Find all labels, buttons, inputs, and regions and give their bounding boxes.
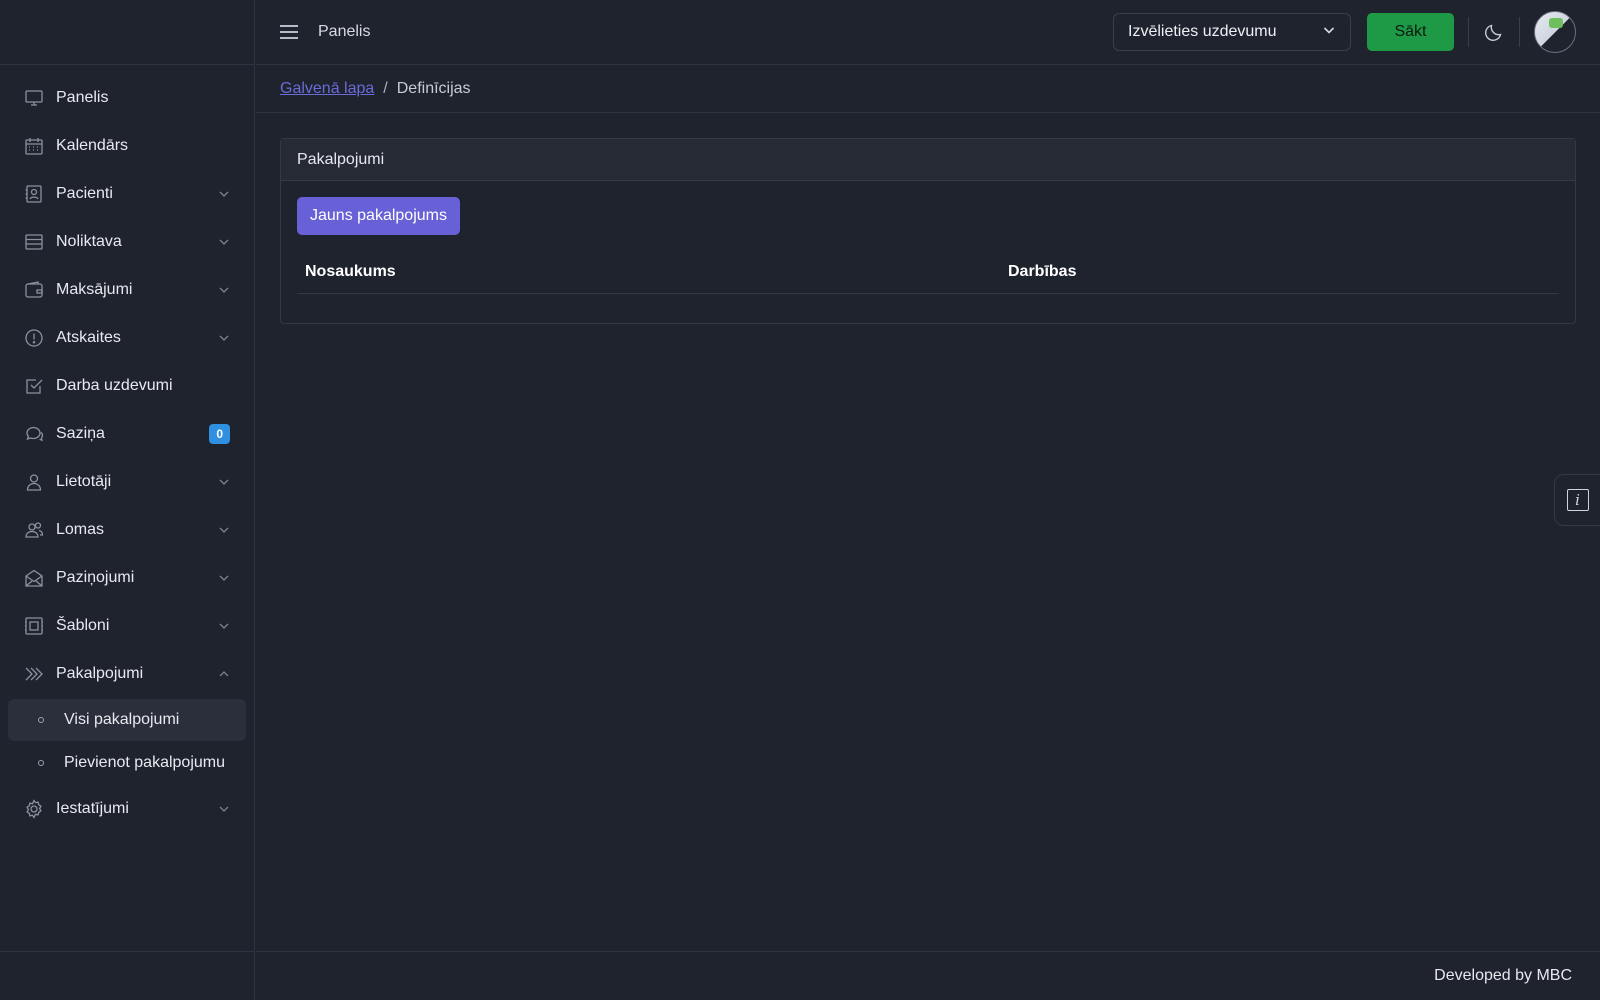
sidebar-item-noliktava[interactable]: Noliktava — [0, 218, 254, 266]
chevron-down-icon — [218, 188, 230, 200]
chevron-down-icon — [218, 524, 230, 536]
footer: Developed by MBC — [256, 951, 1600, 1000]
sidebar-item-sabloni[interactable]: Šabloni — [0, 602, 254, 650]
user-icon — [24, 472, 44, 492]
sidebar-item-label: Atskaites — [56, 329, 121, 346]
sidebar-item-label: Lietotāji — [56, 473, 112, 490]
breadcrumb: Galvenā lapa / Definīcijas — [256, 65, 1600, 113]
sidebar-item-sazina[interactable]: Saziņa 0 — [0, 410, 254, 458]
breadcrumb-home-link[interactable]: Galvenā lapa — [280, 80, 374, 98]
sidebar-item-label: Saziņa — [56, 425, 105, 442]
sidebar-item-lietotaji[interactable]: Lietotāji — [0, 458, 254, 506]
users-icon — [24, 520, 44, 540]
chevron-down-icon — [218, 236, 230, 248]
top-bar: Panelis Izvēlieties uzdevumu Sākt — [256, 0, 1600, 65]
template-icon — [24, 616, 44, 636]
sidebar-item-pakalpojumi[interactable]: Pakalpojumi — [0, 650, 254, 698]
sidebar-item-atskaites[interactable]: Atskaites — [0, 314, 254, 362]
sidebar: Panelis Kalendārs Pacienti Noliktava Mak… — [0, 0, 255, 1000]
sidebar-item-label: Pakalpojumi — [56, 665, 144, 682]
sidebar-logo-area — [0, 0, 254, 65]
divider — [1519, 17, 1520, 47]
chevron-down-icon — [218, 332, 230, 344]
sidebar-item-kalendars[interactable]: Kalendārs — [0, 122, 254, 170]
chevron-down-icon — [1322, 23, 1336, 42]
storage-icon — [24, 232, 44, 252]
menu-toggle-icon[interactable] — [280, 25, 298, 39]
sidebar-item-label: Panelis — [56, 89, 109, 106]
wallet-icon — [24, 280, 44, 300]
avatar[interactable] — [1534, 11, 1576, 53]
info-tab[interactable]: i — [1554, 474, 1600, 526]
sidebar-item-label: Maksājumi — [56, 281, 133, 298]
sidebar-item-panelis[interactable]: Panelis — [0, 74, 254, 122]
sidebar-subitem-label: Pievienot pakalpojumu — [64, 754, 225, 771]
calendar-icon — [24, 136, 44, 156]
sidebar-nav: Panelis Kalendārs Pacienti Noliktava Mak… — [0, 65, 254, 833]
sidebar-item-darba-uzdevumi[interactable]: Darba uzdevumi — [0, 362, 254, 410]
services-card: Pakalpojumi Jauns pakalpojums Nosaukums … — [280, 138, 1576, 324]
task-select[interactable]: Izvēlieties uzdevumu — [1113, 13, 1351, 51]
bullet-icon — [38, 717, 44, 723]
mail-open-icon — [24, 568, 44, 588]
sidebar-item-lomas[interactable]: Lomas — [0, 506, 254, 554]
sidebar-subitem-add-service[interactable]: Pievienot pakalpojumu — [8, 742, 246, 784]
bullet-icon — [38, 760, 44, 766]
sidebar-item-label: Kalendārs — [56, 137, 129, 154]
card-body: Jauns pakalpojums Nosaukums Darbības — [281, 181, 1575, 310]
monitor-icon — [24, 88, 44, 108]
sidebar-item-label: Darba uzdevumi — [56, 377, 173, 394]
sidebar-item-label: Šabloni — [56, 617, 110, 634]
sidebar-item-label: Pacienti — [56, 185, 113, 202]
footer-credit: Developed by MBC — [1434, 967, 1572, 984]
sidebar-item-iestatijumi[interactable]: Iestatījumi — [0, 785, 254, 833]
page-title: Panelis — [318, 23, 371, 40]
sidebar-item-label: Iestatījumi — [56, 800, 129, 817]
gear-icon — [24, 799, 44, 819]
column-header-actions: Darbības — [1000, 257, 1559, 294]
sidebar-item-pazinojumi[interactable]: Paziņojumi — [0, 554, 254, 602]
footer-left-area — [0, 951, 255, 1000]
chevron-down-icon — [218, 620, 230, 632]
alert-circle-icon — [24, 328, 44, 348]
checkbox-icon — [24, 376, 44, 396]
sidebar-subitem-label: Visi pakalpojumi — [64, 711, 180, 728]
sidebar-subitem-all-services[interactable]: Visi pakalpojumi — [8, 699, 246, 741]
breadcrumb-current: Definīcijas — [396, 79, 471, 97]
sidebar-item-maksajumi[interactable]: Maksājumi — [0, 266, 254, 314]
new-service-button[interactable]: Jauns pakalpojums — [297, 197, 460, 235]
chevron-up-icon — [218, 668, 230, 680]
breadcrumb-separator: / — [383, 79, 388, 97]
chat-icon — [24, 424, 44, 444]
sidebar-item-pacienti[interactable]: Pacienti — [0, 170, 254, 218]
services-table: Nosaukums Darbības — [297, 257, 1559, 294]
patient-card-icon — [24, 184, 44, 204]
info-icon: i — [1566, 489, 1589, 511]
card-title: Pakalpojumi — [281, 139, 1575, 181]
start-button[interactable]: Sākt — [1367, 13, 1454, 51]
divider — [1468, 17, 1469, 47]
chevron-down-icon — [218, 803, 230, 815]
column-header-name[interactable]: Nosaukums — [297, 257, 1000, 294]
moon-icon[interactable] — [1483, 21, 1505, 43]
chevron-down-icon — [218, 284, 230, 296]
chevron-down-icon — [218, 572, 230, 584]
task-select-value: Izvēlieties uzdevumu — [1128, 23, 1277, 40]
table-header-row: Nosaukums Darbības — [297, 257, 1559, 294]
unread-count-badge: 0 — [209, 424, 230, 444]
sidebar-item-label: Noliktava — [56, 233, 122, 250]
sidebar-item-label: Paziņojumi — [56, 569, 135, 586]
chevron-down-icon — [218, 476, 230, 488]
double-chevron-icon — [24, 664, 44, 684]
sidebar-item-label: Lomas — [56, 521, 105, 538]
